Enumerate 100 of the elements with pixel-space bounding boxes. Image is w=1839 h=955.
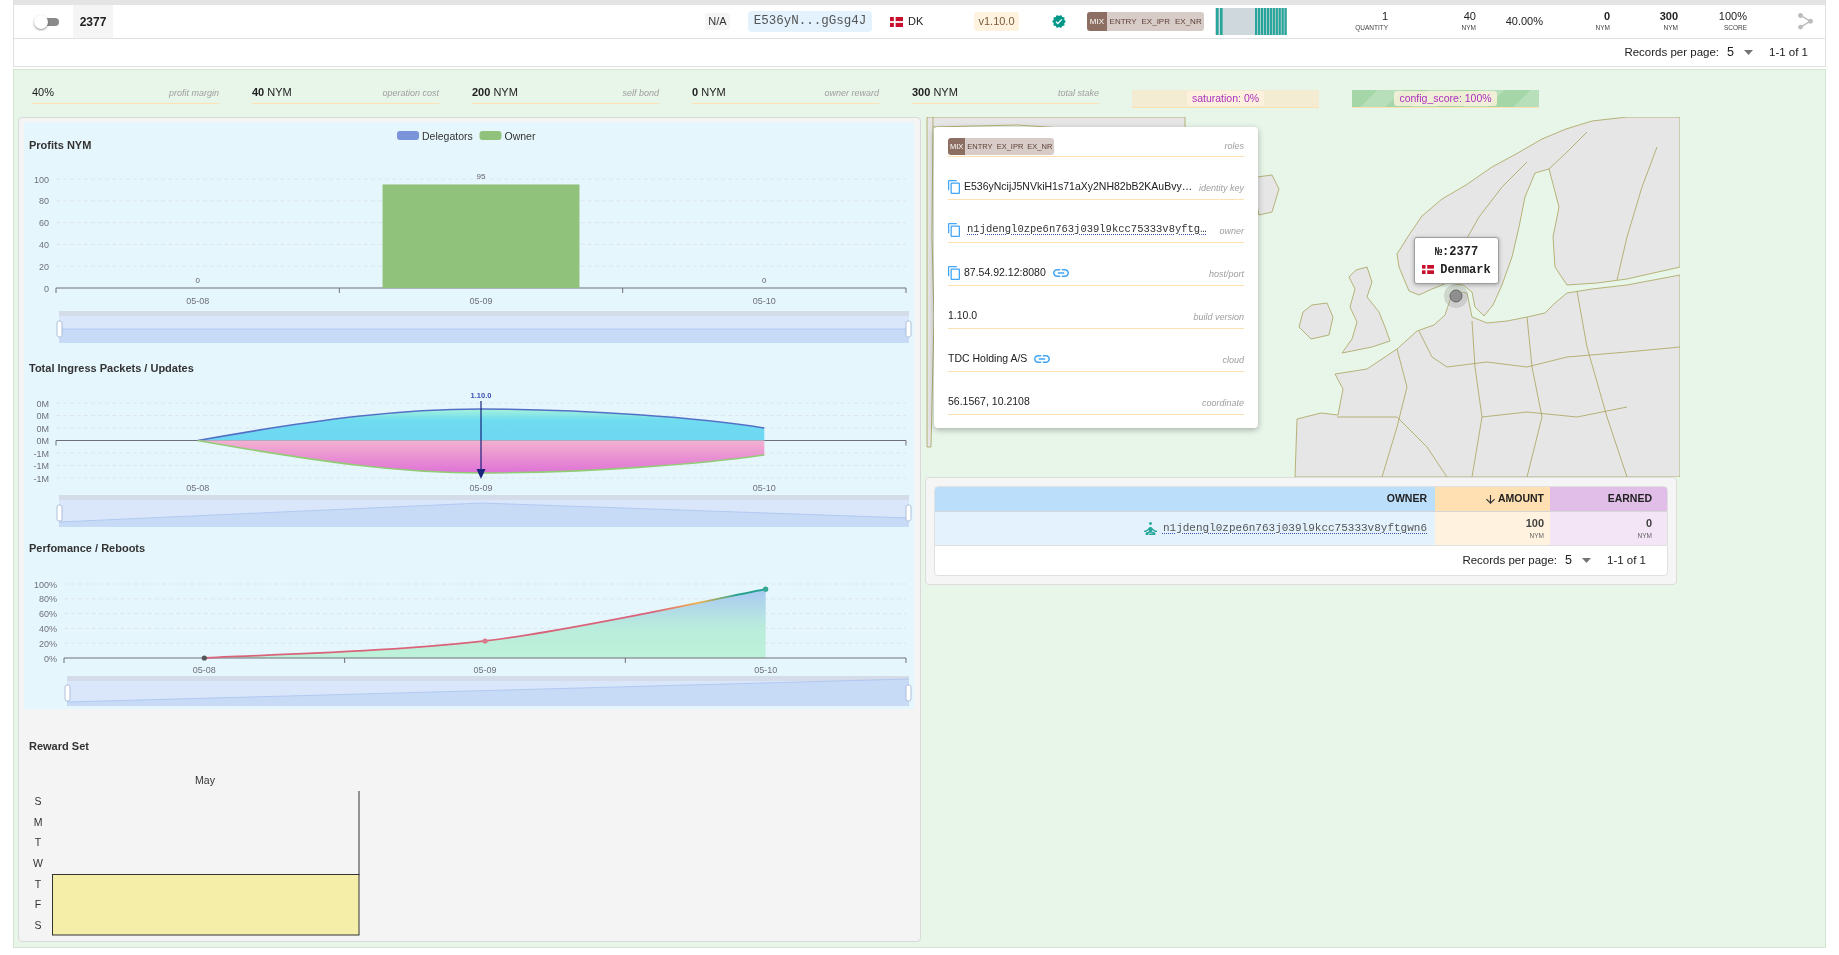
data-point xyxy=(201,655,207,661)
role-tag: EX_NR xyxy=(1172,12,1205,31)
field-label: owner xyxy=(1219,224,1244,238)
share-icon[interactable] xyxy=(1798,13,1813,30)
metric-value: 40.00% xyxy=(1505,16,1543,27)
data-zoom-slider[interactable] xyxy=(56,495,912,527)
month-label: May xyxy=(195,774,215,786)
field-label: coordinate xyxy=(1201,396,1244,410)
role-tag: MIX xyxy=(1086,12,1108,31)
sort-arrow-icon[interactable] xyxy=(1485,494,1495,504)
data-label: 95 xyxy=(476,171,486,181)
axis-label: 05-10 xyxy=(752,296,776,306)
slider-handle[interactable] xyxy=(905,320,912,338)
rows-per-page-select[interactable]: 5 xyxy=(1565,551,1591,570)
field-value: E536yNcijJ5NVkiH1s71aXy2NH82bB2KAuBvy… xyxy=(964,179,1193,195)
owner-address-link[interactable]: n1jdengl0zpe6n763j039l9kcc75333v8yftgwn6 xyxy=(1162,520,1427,537)
axis-label: 0M xyxy=(36,423,49,434)
field-label: identity key xyxy=(1198,181,1244,195)
chart-title: Total Ingress Packets / Updates xyxy=(29,362,194,374)
weekday-label: M xyxy=(33,815,43,828)
role-tag: ENTRY xyxy=(1107,12,1139,31)
axis-label: 40% xyxy=(39,623,57,634)
slider-handle[interactable] xyxy=(905,504,912,522)
rows-per-page-select[interactable]: 5 xyxy=(1727,43,1753,62)
link-icon[interactable] xyxy=(1034,355,1051,364)
column-header[interactable]: OWNER xyxy=(935,487,1435,511)
data-point xyxy=(763,586,769,592)
location-badge: N/A xyxy=(705,13,730,30)
column-header[interactable]: EARNED xyxy=(1550,487,1667,511)
flag-icon xyxy=(1422,265,1435,274)
slider-handle[interactable] xyxy=(56,320,63,338)
axis-label: 0M xyxy=(36,398,49,409)
axis-label: 0M xyxy=(36,436,49,446)
stat-caption: operation cost xyxy=(382,86,439,100)
link-icon[interactable] xyxy=(1052,269,1069,278)
field-label: cloud xyxy=(1222,353,1244,367)
stat-amount: 0 NYM xyxy=(692,84,726,100)
data-zoom-slider[interactable] xyxy=(56,311,912,343)
axis-label: 05-09 xyxy=(469,296,493,306)
field-label: host/port xyxy=(1208,267,1244,281)
legend-swatch-icon[interactable] xyxy=(397,131,419,140)
copy-icon[interactable] xyxy=(948,223,960,238)
copy-icon[interactable] xyxy=(948,180,960,195)
data-point xyxy=(482,638,488,644)
page-range: 1-1 of 1 xyxy=(1607,552,1646,568)
axis-label: 100 xyxy=(33,174,49,185)
metric-value: 40 xyxy=(1463,11,1476,23)
axis-label: -1M xyxy=(33,461,49,471)
slider-handle[interactable] xyxy=(56,504,63,522)
field-value: TDC Holding A/S xyxy=(948,351,1028,367)
axis-label: 40 xyxy=(39,239,49,250)
chart-title: Perfomance / Reboots xyxy=(29,542,146,554)
legend-label[interactable]: Delegators xyxy=(422,129,473,142)
metric-value: 100% xyxy=(1718,11,1747,23)
axis-label: 80 xyxy=(39,196,49,207)
field-value: 56.1567, 10.2108 xyxy=(948,394,1030,410)
slider-handle[interactable] xyxy=(905,684,912,702)
caret-icon[interactable] xyxy=(1744,50,1753,55)
legend-label[interactable]: Owner xyxy=(504,129,536,142)
axis-label: 20% xyxy=(39,638,57,649)
slider-handle[interactable] xyxy=(64,684,71,702)
field-label: build version xyxy=(1193,310,1244,324)
stat-caption: total stake xyxy=(1057,86,1099,100)
data-label: 0 xyxy=(762,275,767,285)
caret-icon[interactable] xyxy=(1582,558,1591,563)
axis-label: 05-08 xyxy=(186,296,210,306)
tooltip-title: №:2377 xyxy=(1434,245,1479,258)
weekday-label: F xyxy=(34,898,42,911)
axis-label: 0M xyxy=(36,411,49,421)
identity-key-chip[interactable]: E536yN...gGsg4J xyxy=(747,11,873,32)
field-value: 87.54.92.12:8080 xyxy=(964,265,1046,281)
legend-swatch-icon[interactable] xyxy=(479,131,502,140)
node-id-cell: 2377 xyxy=(73,5,113,38)
weekday-label: T xyxy=(34,836,42,849)
data-zoom-slider[interactable] xyxy=(64,676,912,706)
copy-icon[interactable] xyxy=(948,266,960,281)
meter-label: saturation: 0% xyxy=(1186,90,1265,107)
amount-value: 0 xyxy=(1645,517,1652,529)
uptime-bars-drawing xyxy=(1215,8,1287,35)
section-title: Reward Set xyxy=(29,740,89,752)
data-label: 0 xyxy=(195,275,200,285)
axis-label: 20 xyxy=(39,261,49,272)
stat-amount: 300 NYM xyxy=(912,84,958,100)
owner-address-link[interactable]: n1jdengl0zpe6n763j039l9kcc75333v8yftg… xyxy=(967,222,1207,238)
seated-figure-icon xyxy=(1143,522,1157,535)
field-value: 1.10.0 xyxy=(948,308,978,324)
axis-label: -1M xyxy=(33,473,49,484)
column-header[interactable]: AMOUNT xyxy=(1435,487,1550,511)
amount-value: 100 xyxy=(1525,517,1544,529)
axis-label: 05-08 xyxy=(192,665,216,675)
stat-caption: profit margin xyxy=(168,86,219,100)
axis-label: 80% xyxy=(39,594,57,605)
location-marker-icon[interactable] xyxy=(1444,284,1468,308)
axis-label: 100% xyxy=(33,579,57,590)
stat-amount: 40 NYM xyxy=(252,84,292,100)
axis-label: 0 xyxy=(44,283,49,294)
weekday-label: T xyxy=(34,877,42,890)
stat-amount: 40% xyxy=(32,84,55,100)
axis-label: 60% xyxy=(39,609,57,620)
toggle-switch[interactable] xyxy=(34,14,60,29)
